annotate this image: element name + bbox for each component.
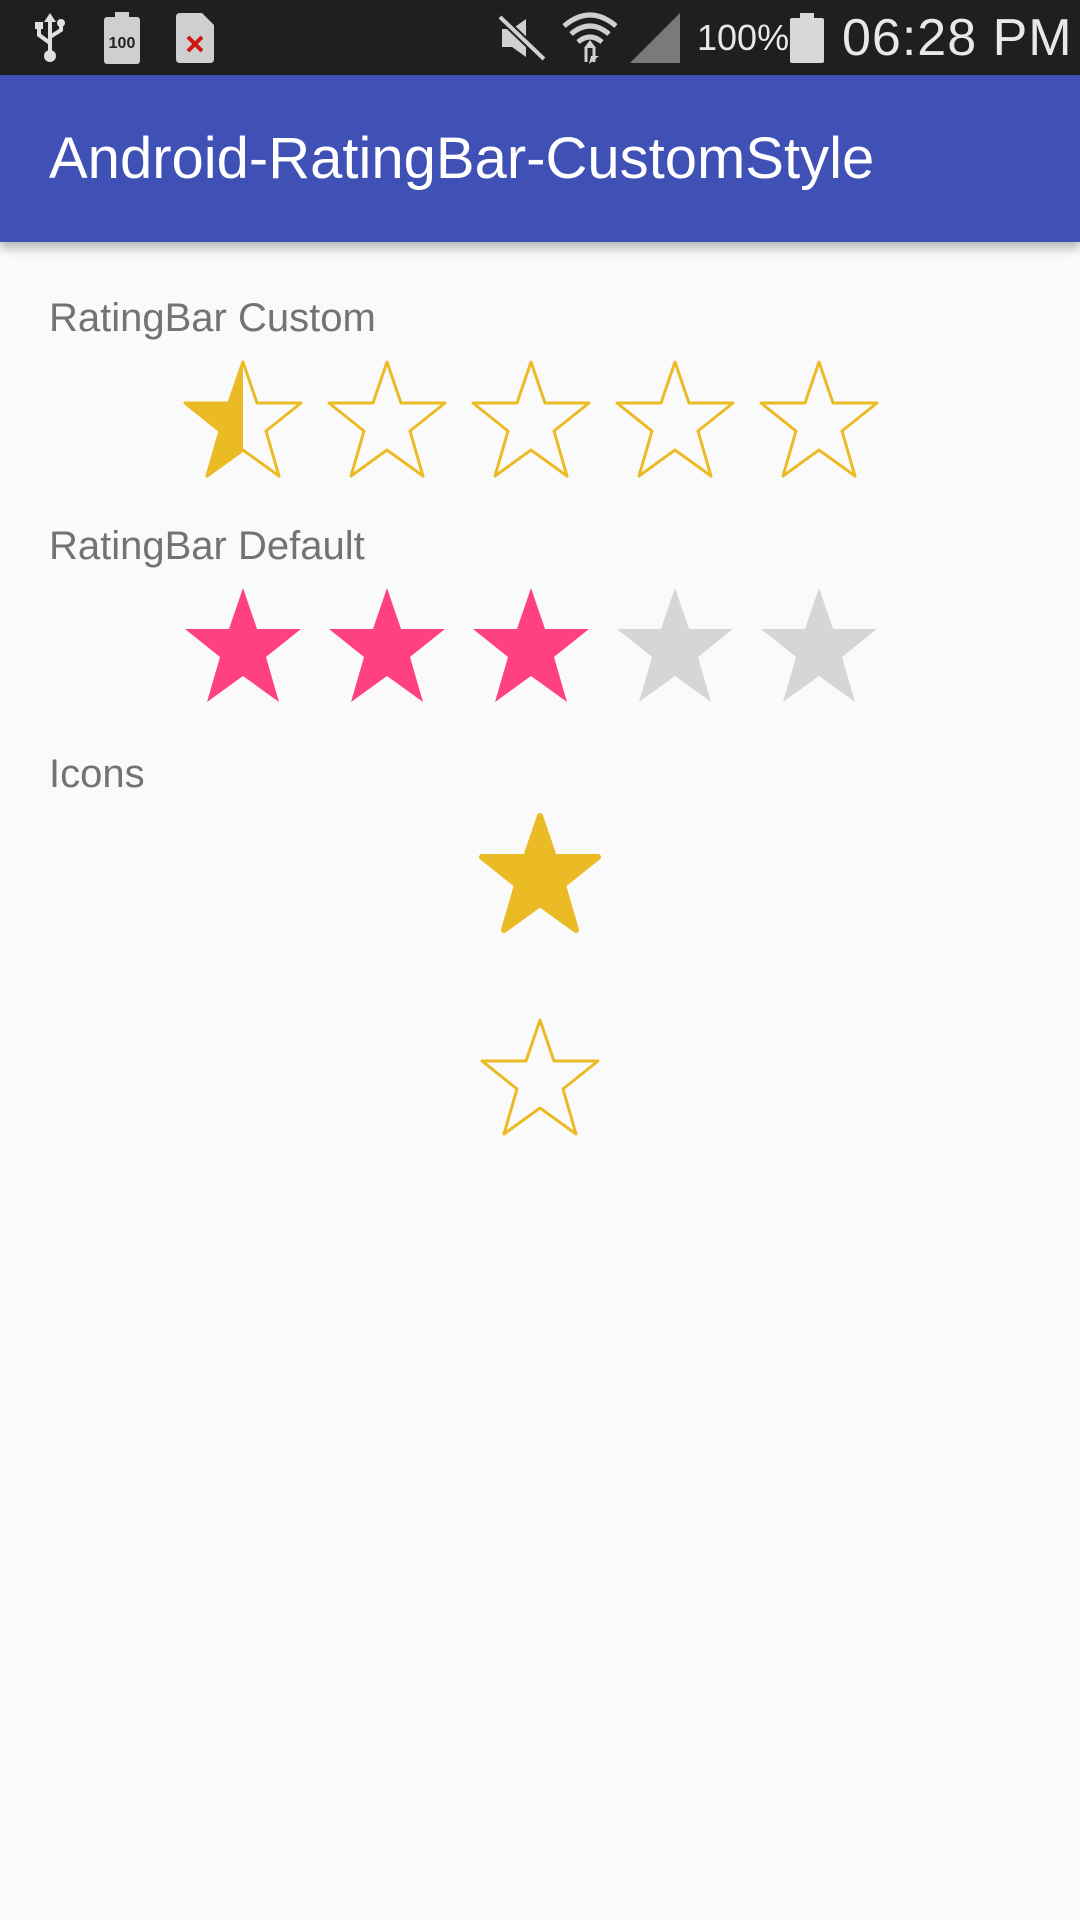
star-filled-icon[interactable] (468, 584, 594, 710)
battery-percent: 100% (697, 16, 790, 58)
custom-rating-bar[interactable] (180, 358, 882, 484)
star-empty-icon[interactable] (756, 584, 882, 710)
star-outline-icon (480, 1018, 600, 1136)
star-empty-icon[interactable] (612, 584, 738, 710)
star-outline-icon[interactable] (612, 358, 738, 484)
default-rating-label: RatingBar Default (49, 524, 365, 568)
clock: 06:28 PM (842, 8, 1073, 67)
wifi-icon (562, 0, 618, 75)
app-title: Android-RatingBar-CustomStyle (49, 126, 875, 191)
custom-rating-label: RatingBar Custom (49, 296, 376, 340)
star-outline-icon[interactable] (324, 358, 450, 484)
sim-error-icon (176, 0, 214, 75)
battery-100-icon: 100 (104, 0, 140, 75)
star-outline-icon[interactable] (756, 358, 882, 484)
mute-icon (498, 0, 546, 75)
battery-icon (790, 0, 824, 75)
icons-label: Icons (49, 752, 145, 796)
usb-icon (33, 0, 67, 75)
star-filled-icon[interactable] (324, 584, 450, 710)
star-filled-icon[interactable] (180, 584, 306, 710)
signal-icon (630, 0, 680, 75)
star-outline-icon[interactable] (468, 358, 594, 484)
star-filled-icon (479, 813, 601, 933)
default-rating-bar[interactable] (180, 584, 882, 710)
svg-text:100: 100 (109, 35, 136, 52)
app-bar: Android-RatingBar-CustomStyle (0, 75, 1080, 242)
star-half-icon[interactable] (180, 358, 306, 484)
status-bar: 100 100% 06:28 PM (0, 0, 1080, 75)
